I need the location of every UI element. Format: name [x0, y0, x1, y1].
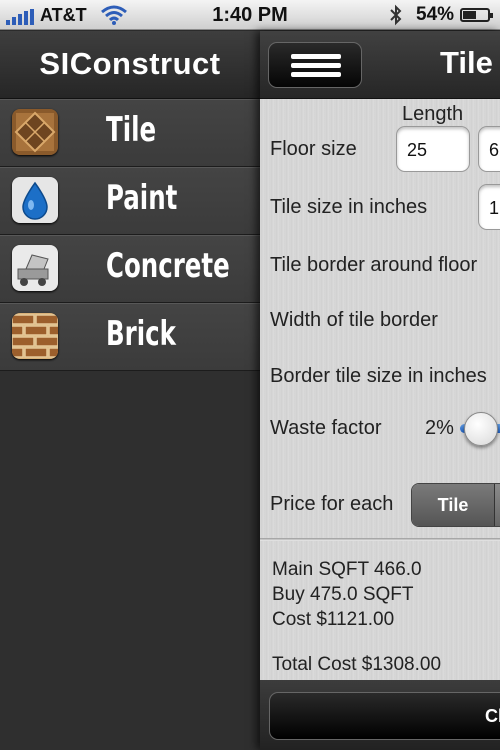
bottom-toolbar: Cl: [260, 680, 500, 750]
bottom-action-button[interactable]: Cl: [269, 692, 500, 740]
tile-size-input[interactable]: 1: [478, 184, 500, 230]
sidebar-item-tile[interactable]: Tile: [0, 99, 260, 167]
sidebar-item-label: Concrete: [106, 246, 230, 286]
tile-size-label: Tile size in inches: [270, 196, 428, 218]
bluetooth-icon: [388, 4, 404, 31]
sidebar: SIConstruct Tile Paint Concrete Brick: [0, 31, 260, 750]
nav-bar: Tile: [260, 31, 500, 99]
sidebar-item-concrete[interactable]: Concrete: [0, 235, 260, 303]
tile-icon: [12, 109, 58, 155]
floor-length-input[interactable]: 25: [396, 126, 470, 172]
app-screen: AT&T 1:40 PM 54% SIConstruct Tile Paint …: [0, 0, 500, 750]
buy-sqft-result: Buy 475.0 SQFT: [272, 584, 414, 605]
waste-factor-value: 2%: [425, 417, 454, 439]
status-bar: AT&T 1:40 PM 54%: [0, 0, 500, 30]
segment-tile[interactable]: Tile: [412, 484, 495, 526]
tile-border-label: Tile border around floor: [270, 254, 478, 276]
sidebar-item-paint[interactable]: Paint: [0, 167, 260, 235]
tile-calculator-panel: Tile Length Floor size 25 6 Tile size in…: [260, 31, 500, 750]
slider-knob[interactable]: [464, 412, 498, 446]
floor-width-input[interactable]: 6: [478, 126, 500, 172]
border-tile-size-label: Border tile size in inches: [270, 365, 487, 387]
total-cost-result: Total Cost $1308.00: [272, 654, 442, 675]
paint-drop-icon: [12, 177, 58, 223]
price-for-each-label: Price for each: [270, 493, 394, 515]
border-width-label: Width of tile border: [270, 309, 438, 331]
sidebar-item-brick[interactable]: Brick: [0, 303, 260, 371]
app-title: SIConstruct: [0, 31, 260, 99]
concrete-mixer-icon: [12, 245, 58, 291]
waste-factor-label: Waste factor: [270, 417, 382, 439]
sidebar-item-label: Paint: [106, 178, 178, 218]
main-sqft-result: Main SQFT 466.0: [272, 559, 422, 580]
hamburger-menu-icon[interactable]: [268, 42, 362, 88]
brick-icon: [12, 313, 58, 359]
price-unit-segmented-control[interactable]: Tile: [411, 483, 500, 527]
battery-percent: 54%: [416, 4, 455, 25]
cost-result: Cost $1121.00: [272, 609, 395, 630]
segment-other[interactable]: [495, 484, 500, 526]
battery-fill: [463, 11, 476, 19]
page-title: Tile: [440, 45, 493, 80]
divider: [260, 538, 500, 541]
length-column-header: Length: [402, 103, 464, 125]
sidebar-item-label: Brick: [106, 314, 176, 354]
battery-icon: [460, 8, 493, 22]
sidebar-item-label: Tile: [106, 110, 157, 150]
floor-size-label: Floor size: [270, 138, 357, 160]
